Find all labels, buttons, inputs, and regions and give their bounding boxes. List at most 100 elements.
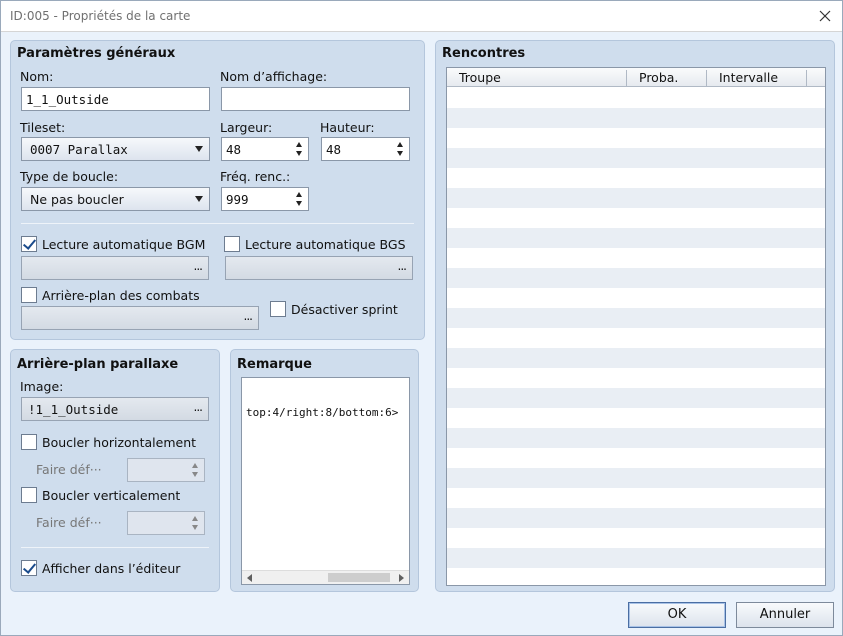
scroll-right-icon[interactable] bbox=[395, 572, 407, 584]
note-panel: Remarque top:4/right:8/bottom:6> bbox=[230, 349, 419, 592]
battleback-label: Arrière-plan des combats bbox=[42, 287, 200, 303]
table-row[interactable] bbox=[447, 428, 825, 448]
table-row[interactable] bbox=[447, 168, 825, 188]
more-icon: ... bbox=[193, 259, 204, 273]
scroll-h-stepper[interactable] bbox=[127, 458, 205, 482]
column-troop[interactable]: Troupe bbox=[447, 70, 627, 87]
table-row[interactable] bbox=[447, 368, 825, 388]
scroll-left-icon[interactable] bbox=[244, 572, 256, 584]
width-label: Largeur: bbox=[220, 120, 273, 135]
table-row[interactable] bbox=[447, 128, 825, 148]
close-button[interactable] bbox=[814, 5, 836, 27]
general-settings-panel: Paramètres généraux Nom: 1_1_Outside Nom… bbox=[10, 40, 425, 340]
horizontal-scrollbar[interactable] bbox=[242, 570, 409, 584]
loop-type-value: Ne pas boucler bbox=[30, 192, 124, 207]
name-field[interactable]: 1_1_Outside bbox=[21, 87, 210, 111]
parallax-panel: Arrière-plan parallaxe Image: !1_1_Outsi… bbox=[10, 349, 220, 592]
spin-arrows-icon[interactable] bbox=[192, 463, 200, 477]
close-icon bbox=[819, 10, 831, 22]
parallax-title: Arrière-plan parallaxe bbox=[17, 357, 179, 372]
general-separator bbox=[21, 223, 414, 224]
show-in-editor-checkbox[interactable]: Afficher dans l’éditeur bbox=[21, 560, 180, 576]
loop-horizontal-label: Boucler horizontalement bbox=[42, 434, 197, 450]
battleback-checkbox[interactable]: Arrière-plan des combats bbox=[21, 287, 200, 303]
checkbox-checked-icon[interactable] bbox=[21, 560, 37, 576]
tileset-label: Tileset: bbox=[20, 120, 66, 135]
table-row[interactable] bbox=[447, 188, 825, 208]
table-row[interactable] bbox=[447, 328, 825, 348]
battleback-picker[interactable]: ... bbox=[21, 306, 259, 330]
map-properties-dialog: ID:005 - Propriétés de la carte Paramètr… bbox=[0, 0, 843, 636]
autoplay-bgm-label: Lecture automatique BGM bbox=[42, 236, 206, 252]
table-row[interactable] bbox=[447, 148, 825, 168]
parallax-separator bbox=[21, 547, 209, 548]
table-row[interactable] bbox=[447, 388, 825, 408]
table-row[interactable] bbox=[447, 268, 825, 288]
cancel-button[interactable]: Annuler bbox=[736, 602, 834, 628]
title-bar: ID:005 - Propriétés de la carte bbox=[1, 1, 842, 32]
tileset-value: 0007 Parallax bbox=[30, 142, 128, 157]
image-label: Image: bbox=[20, 379, 64, 394]
table-row[interactable] bbox=[447, 488, 825, 508]
table-row[interactable] bbox=[447, 248, 825, 268]
checkbox-checked-icon[interactable] bbox=[21, 236, 37, 252]
table-row[interactable] bbox=[447, 408, 825, 428]
general-settings-title: Paramètres généraux bbox=[17, 46, 176, 61]
table-row[interactable] bbox=[447, 208, 825, 228]
note-title: Remarque bbox=[237, 357, 312, 372]
autoplay-bgm-checkbox[interactable]: Lecture automatique BGM bbox=[21, 236, 205, 252]
chevron-down-icon bbox=[195, 196, 203, 202]
bgm-picker[interactable]: ... bbox=[21, 256, 209, 280]
encounters-table-header: Troupe Proba. Intervalle bbox=[447, 68, 825, 87]
scrollbar-thumb[interactable] bbox=[328, 573, 390, 582]
checkbox-icon[interactable] bbox=[21, 487, 37, 503]
encounter-rate-value: 999 bbox=[226, 192, 249, 207]
parallax-image-picker[interactable]: !1_1_Outside ... bbox=[21, 397, 209, 421]
table-row[interactable] bbox=[447, 88, 825, 108]
spin-arrows-icon[interactable] bbox=[192, 516, 200, 530]
width-stepper[interactable]: 48 bbox=[221, 137, 309, 161]
bgs-picker[interactable]: ... bbox=[225, 256, 413, 280]
disable-dash-checkbox[interactable]: Désactiver sprint bbox=[270, 301, 398, 317]
note-text: top:4/right:8/bottom:6> bbox=[246, 406, 399, 419]
chevron-down-icon bbox=[195, 146, 203, 152]
table-row[interactable] bbox=[447, 568, 825, 585]
table-row[interactable] bbox=[447, 468, 825, 488]
table-row[interactable] bbox=[447, 348, 825, 368]
table-row[interactable] bbox=[447, 508, 825, 528]
checkbox-icon[interactable] bbox=[270, 301, 286, 317]
checkbox-icon[interactable] bbox=[224, 236, 240, 252]
height-label: Hauteur: bbox=[320, 120, 375, 135]
display-name-field[interactable] bbox=[221, 87, 410, 111]
note-textarea[interactable]: top:4/right:8/bottom:6> bbox=[241, 377, 410, 585]
column-range[interactable]: Intervalle bbox=[707, 70, 807, 87]
table-row[interactable] bbox=[447, 528, 825, 548]
spin-arrows-icon[interactable] bbox=[296, 142, 304, 156]
scroll-v-stepper[interactable] bbox=[127, 511, 205, 535]
loop-vertical-checkbox[interactable]: Boucler verticalement bbox=[21, 487, 180, 503]
height-stepper[interactable]: 48 bbox=[321, 137, 410, 161]
width-value: 48 bbox=[226, 142, 242, 157]
autoplay-bgs-checkbox[interactable]: Lecture automatique BGS bbox=[224, 236, 406, 252]
table-row[interactable] bbox=[447, 548, 825, 568]
table-row[interactable] bbox=[447, 108, 825, 128]
encounter-rate-stepper[interactable]: 999 bbox=[221, 187, 309, 211]
checkbox-icon[interactable] bbox=[21, 434, 37, 450]
table-row[interactable] bbox=[447, 308, 825, 328]
loop-horizontal-checkbox[interactable]: Boucler horizontalement bbox=[21, 434, 196, 450]
ok-button[interactable]: OK bbox=[628, 602, 726, 628]
spin-arrows-icon[interactable] bbox=[397, 142, 405, 156]
spin-arrows-icon[interactable] bbox=[296, 192, 304, 206]
tileset-select[interactable]: 0007 Parallax bbox=[21, 137, 210, 161]
checkbox-icon[interactable] bbox=[21, 287, 37, 303]
table-row[interactable] bbox=[447, 288, 825, 308]
encounters-table[interactable]: Troupe Proba. Intervalle bbox=[446, 67, 826, 586]
table-row[interactable] bbox=[447, 448, 825, 468]
column-weight[interactable]: Proba. bbox=[627, 70, 707, 87]
loop-type-select[interactable]: Ne pas boucler bbox=[21, 187, 210, 211]
table-row[interactable] bbox=[447, 228, 825, 248]
autoplay-bgs-label: Lecture automatique BGS bbox=[245, 236, 406, 252]
display-name-label: Nom d’affichage: bbox=[220, 69, 328, 84]
loop-type-label: Type de boucle: bbox=[20, 169, 119, 184]
show-in-editor-label: Afficher dans l’éditeur bbox=[42, 560, 181, 576]
